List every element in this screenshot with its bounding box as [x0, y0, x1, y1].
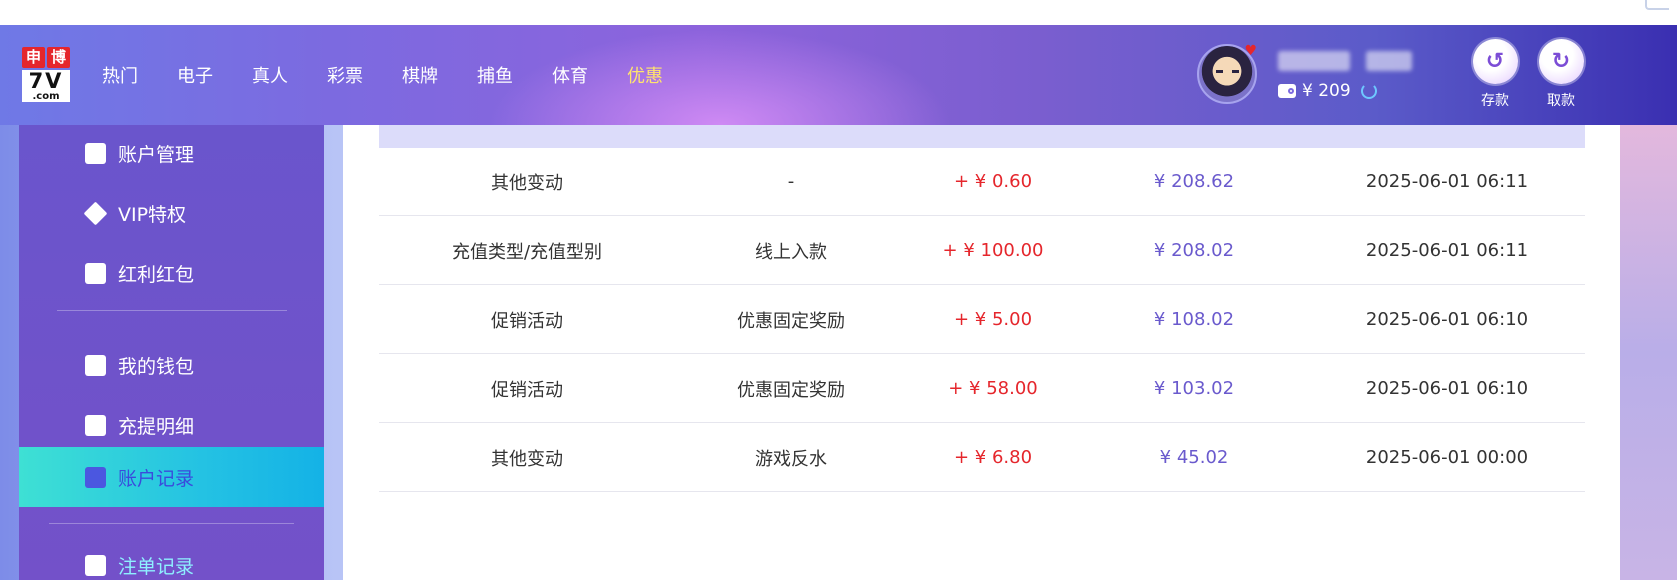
window-corner-mark [1645, 0, 1669, 10]
table-row: 促销活动 优惠固定奖励 + ¥ 5.00 ¥ 108.02 2025-06-01… [379, 286, 1585, 354]
record-detail: 优惠固定奖励 [737, 310, 845, 332]
sidebar-item-account-records[interactable]: 账户记录 [19, 447, 324, 507]
record-amount: + ¥ 0.60 [953, 171, 1033, 192]
clipboard-icon [85, 466, 106, 488]
site-logo[interactable]: 申 博 7V .com [22, 47, 70, 105]
table-row: 其他变动 游戏反水 + ¥ 6.80 ¥ 45.02 2025-06-01 00… [379, 424, 1585, 492]
record-time: 2025-06-01 06:10 [1365, 378, 1529, 399]
avatar-eye [1232, 70, 1239, 73]
record-balance: ¥ 208.02 [1153, 240, 1235, 261]
record-detail: - [787, 171, 795, 192]
sidebar-item-label: 注单记录 [118, 555, 195, 578]
top-header: 申 博 7V .com 热门 电子 真人 彩票 棋牌 捕鱼 体育 优惠 ♥ ¥ … [0, 25, 1677, 125]
nav-item-cards[interactable]: 棋牌 [402, 62, 448, 88]
record-amount: + ¥ 5.00 [953, 309, 1033, 330]
withdraw-button[interactable]: ↻ 取款 [1536, 39, 1586, 110]
logo-char: 申 [22, 47, 45, 68]
nav-item-promotions[interactable]: 优惠 [627, 62, 673, 88]
record-type: 充值类型/充值型别 [451, 241, 603, 263]
sidebar-item-account-management[interactable]: 账户管理 [19, 125, 324, 181]
withdraw-label: 取款 [1547, 93, 1575, 109]
nav-item-live[interactable]: 真人 [252, 62, 298, 88]
record-type: 其他变动 [491, 172, 563, 194]
records-panel: 其他变动 - + ¥ 0.60 ¥ 208.62 2025-06-01 06:1… [343, 125, 1620, 580]
record-balance: ¥ 108.02 [1153, 309, 1235, 330]
record-time: 2025-06-01 06:10 [1365, 309, 1529, 330]
sidebar-item-bonus[interactable]: 红利红包 [19, 245, 324, 301]
table-row: 其他变动 - + ¥ 0.60 ¥ 208.62 2025-06-01 06:1… [379, 148, 1585, 216]
nav-item-hot[interactable]: 热门 [102, 62, 148, 88]
document-icon [85, 414, 106, 436]
sidebar-item-label: 充提明细 [118, 415, 195, 438]
wallet-icon [85, 354, 106, 376]
sidebar-item-vip[interactable]: VIP特权 [19, 185, 324, 241]
record-amount: + ¥ 6.80 [953, 447, 1033, 468]
nav-item-sports[interactable]: 体育 [552, 62, 598, 88]
redacted-text [1278, 51, 1350, 71]
avatar[interactable]: ♥ [1197, 44, 1257, 104]
table-header [379, 125, 1585, 148]
logo-number: 7V [22, 70, 70, 92]
envelope-icon [85, 262, 106, 284]
record-amount: + ¥ 100.00 [942, 240, 1044, 261]
record-balance: ¥ 208.62 [1153, 171, 1235, 192]
record-balance: ¥ 45.02 [1159, 447, 1229, 468]
record-balance: ¥ 103.02 [1153, 378, 1235, 399]
deposit-label: 存款 [1481, 93, 1509, 109]
balance-amount: ¥ 209 [1302, 81, 1351, 101]
sidebar-item-label: 我的钱包 [118, 355, 195, 378]
sidebar-item-transactions[interactable]: 充提明细 [19, 397, 324, 453]
username-redacted [1278, 51, 1412, 71]
sidebar-item-bet-records[interactable]: 注单记录 [19, 537, 324, 580]
sidebar-item-label: 红利红包 [118, 263, 195, 286]
deposit-icon: ↺ [1472, 39, 1518, 84]
refresh-icon[interactable] [1360, 83, 1377, 99]
record-type: 促销活动 [491, 310, 563, 332]
record-time: 2025-06-01 00:00 [1365, 447, 1529, 468]
heart-icon: ♥ [1244, 43, 1257, 59]
sidebar-item-label: VIP特权 [118, 203, 187, 226]
balance-display: ¥ 209 [1278, 81, 1412, 101]
sidebar-item-label: 账户记录 [118, 467, 195, 490]
logo-char: 博 [47, 47, 70, 68]
nav-item-slots[interactable]: 电子 [177, 62, 223, 88]
redacted-text [1366, 51, 1412, 71]
main-nav: 热门 电子 真人 彩票 棋牌 捕鱼 体育 优惠 [92, 25, 692, 125]
logo-domain: .com [22, 92, 70, 102]
record-type: 促销活动 [491, 379, 563, 401]
user-info: ¥ 209 [1278, 51, 1412, 101]
wallet-icon [1278, 84, 1296, 98]
record-type: 其他变动 [491, 448, 563, 470]
diamond-icon [83, 201, 108, 225]
sidebar-item-label: 账户管理 [118, 143, 195, 166]
account-sidebar: 账户管理 VIP特权 红利红包 我的钱包 充提明细 账户记录 注单记录 [19, 125, 324, 580]
sidebar-item-wallet[interactable]: 我的钱包 [19, 337, 324, 393]
table-row: 充值类型/充值型别 线上入款 + ¥ 100.00 ¥ 208.02 2025-… [379, 217, 1585, 285]
nav-item-lottery[interactable]: 彩票 [327, 62, 373, 88]
table-row: 促销活动 优惠固定奖励 + ¥ 58.00 ¥ 103.02 2025-06-0… [379, 355, 1585, 423]
nav-item-fishing[interactable]: 捕鱼 [477, 62, 523, 88]
card-icon [85, 142, 106, 164]
deposit-button[interactable]: ↺ 存款 [1470, 39, 1520, 110]
withdraw-icon: ↻ [1538, 39, 1584, 84]
record-amount: + ¥ 58.00 [948, 378, 1038, 399]
window-top-strip [0, 0, 1677, 25]
record-detail: 优惠固定奖励 [737, 379, 845, 401]
logo-cn-chars: 申 博 [22, 47, 70, 68]
record-detail: 线上入款 [755, 241, 827, 263]
edit-icon [85, 554, 106, 576]
record-time: 2025-06-01 06:11 [1365, 240, 1529, 261]
background-edge [1620, 125, 1677, 580]
record-time: 2025-06-01 06:11 [1365, 171, 1529, 192]
sidebar-divider [49, 523, 294, 524]
avatar-eye [1216, 70, 1223, 73]
sidebar-divider [57, 310, 287, 311]
record-detail: 游戏反水 [755, 448, 827, 470]
